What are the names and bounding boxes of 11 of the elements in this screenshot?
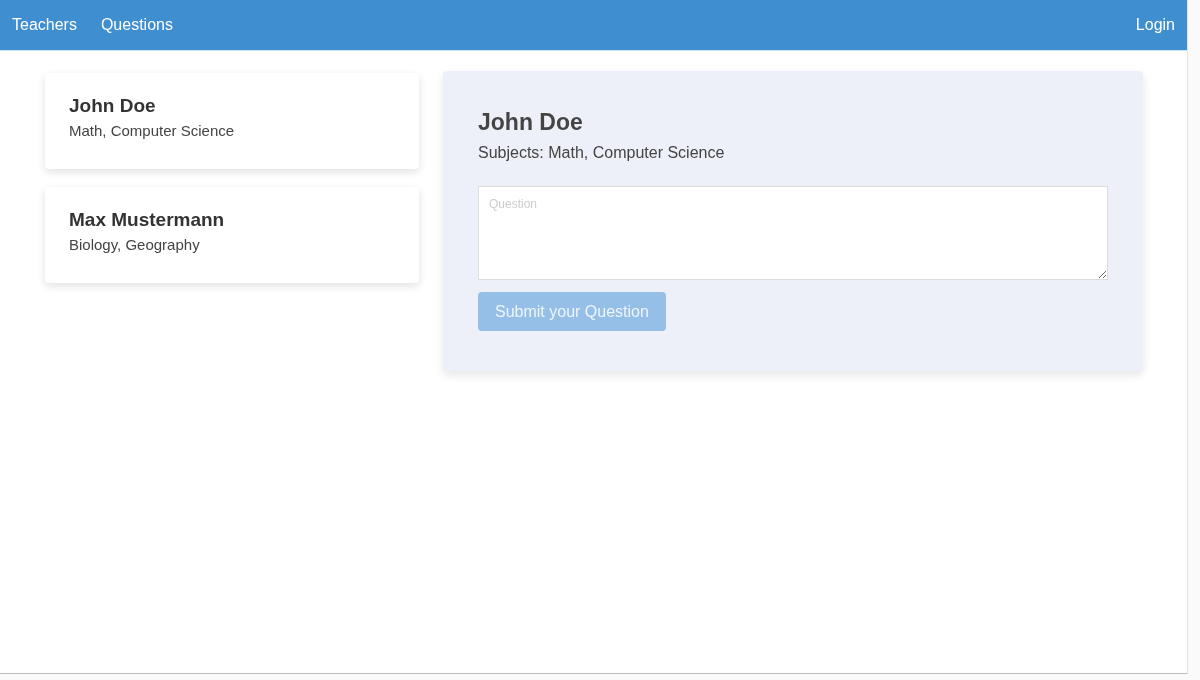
nav-link[interactable]: Questions xyxy=(100,16,173,34)
teacher-subjects: Biology, Geography xyxy=(69,236,201,253)
teacher-name: Max Mustermann xyxy=(69,209,226,231)
detail-name: John Doe xyxy=(478,109,584,136)
teacher-card[interactable]: John Doe Math, Computer Science xyxy=(45,73,419,169)
login-link[interactable]: Login xyxy=(1135,16,1175,34)
teacher-name: John Doe xyxy=(69,95,157,117)
teacher-subjects: Math, Computer Science xyxy=(69,122,236,139)
teacher-card[interactable]: Max Mustermann Biology, Geography xyxy=(45,187,419,283)
detail-subjects: Subjects: Math, Computer Science xyxy=(478,144,726,162)
nav-link[interactable]: Teachers xyxy=(12,16,77,34)
